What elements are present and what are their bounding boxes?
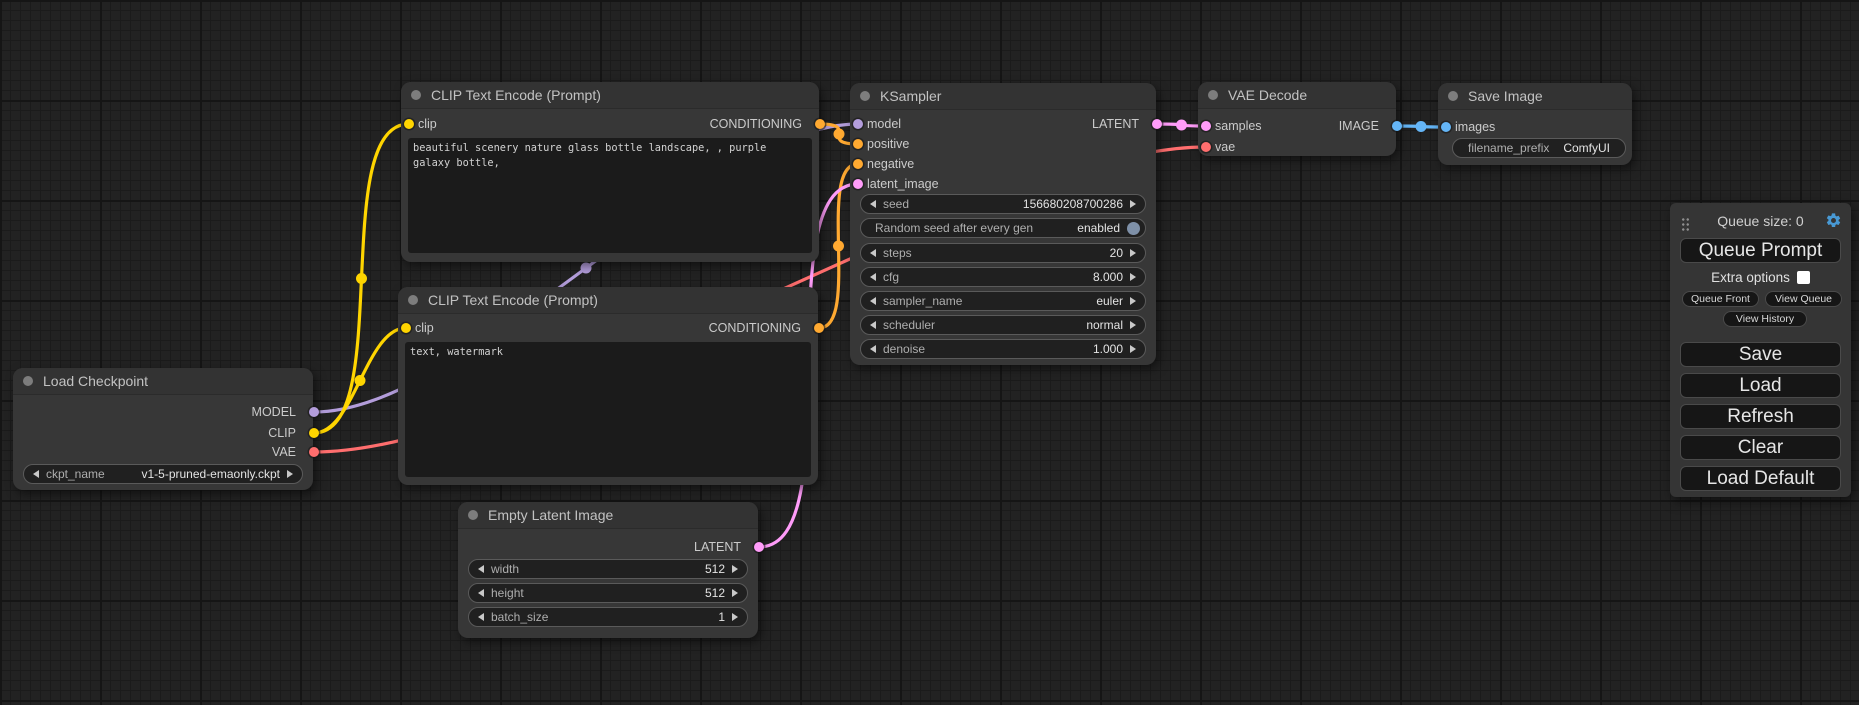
latent-output-dot[interactable] (1152, 119, 1162, 129)
queue-menu-panel: Queue size: 0 Queue Prompt Extra options… (1670, 203, 1851, 497)
node-title-bar[interactable]: CLIP Text Encode (Prompt) (398, 287, 818, 314)
decrement-arrow-icon[interactable] (478, 565, 484, 573)
node-title: Empty Latent Image (488, 507, 613, 523)
decrement-arrow-icon[interactable] (870, 297, 876, 305)
increment-arrow-icon[interactable] (732, 565, 738, 573)
decrement-arrow-icon[interactable] (478, 589, 484, 597)
collapse-dot-icon[interactable] (408, 295, 418, 305)
widget-sampler-name[interactable]: sampler_name euler (860, 291, 1146, 311)
clear-button[interactable]: Clear (1680, 435, 1841, 460)
node-vae-decode[interactable]: VAE Decode samples vae IMAGE (1198, 82, 1396, 156)
node-title-bar[interactable]: VAE Decode (1198, 82, 1396, 109)
prompt-textarea[interactable]: beautiful scenery nature glass bottle la… (408, 138, 812, 253)
node-title-bar[interactable]: KSampler (850, 83, 1156, 110)
image-output-dot[interactable] (1392, 121, 1402, 131)
node-title: VAE Decode (1228, 87, 1307, 103)
node-load-checkpoint[interactable]: Load Checkpoint MODEL CLIP VAE ckpt_name… (13, 368, 313, 490)
widget-denoise[interactable]: denoise 1.000 (860, 339, 1146, 359)
latent-input-dot[interactable] (853, 179, 863, 189)
increment-arrow-icon[interactable] (1130, 345, 1136, 353)
decrement-arrow-icon[interactable] (478, 613, 484, 621)
widget-random-seed-toggle[interactable]: Random seed after every gen enabled (860, 218, 1146, 238)
model-input-dot[interactable] (853, 119, 863, 129)
refresh-button[interactable]: Refresh (1680, 404, 1841, 429)
clip-input-dot[interactable] (401, 323, 411, 333)
gear-icon[interactable] (1825, 212, 1842, 229)
increment-arrow-icon[interactable] (1130, 273, 1136, 281)
samples-input-dot[interactable] (1201, 121, 1211, 131)
collapse-dot-icon[interactable] (1208, 90, 1218, 100)
collapse-dot-icon[interactable] (1448, 91, 1458, 101)
increment-arrow-icon[interactable] (1130, 249, 1136, 257)
node-title-bar[interactable]: Load Checkpoint (13, 368, 313, 395)
widget-height[interactable]: height 512 (468, 583, 748, 603)
collapse-dot-icon[interactable] (23, 376, 33, 386)
queue-front-button[interactable]: Queue Front (1682, 291, 1759, 307)
widget-steps[interactable]: steps 20 (860, 243, 1146, 263)
increment-arrow-icon[interactable] (732, 613, 738, 621)
increment-arrow-icon[interactable] (1130, 297, 1136, 305)
queue-size-label: Queue size: 0 (1670, 213, 1851, 229)
view-history-button[interactable]: View History (1723, 311, 1807, 327)
collapse-dot-icon[interactable] (860, 91, 870, 101)
increment-arrow-icon[interactable] (1130, 321, 1136, 329)
widget-batch-size[interactable]: batch_size 1 (468, 607, 748, 627)
conditioning-output-dot[interactable] (815, 119, 825, 129)
decrement-arrow-icon[interactable] (870, 249, 876, 257)
widget-seed[interactable]: seed 156680208700286 (860, 194, 1146, 214)
extra-options-label: Extra options (1711, 270, 1790, 285)
positive-input-dot[interactable] (853, 139, 863, 149)
node-clip-text-encode-negative[interactable]: CLIP Text Encode (Prompt) clip CONDITION… (398, 287, 818, 485)
widget-width[interactable]: width 512 (468, 559, 748, 579)
node-graph-canvas[interactable]: Load Checkpoint MODEL CLIP VAE ckpt_name… (0, 0, 1859, 705)
model-output-dot[interactable] (309, 407, 319, 417)
decrement-arrow-icon[interactable] (870, 321, 876, 329)
node-title: Load Checkpoint (43, 373, 148, 389)
widget-value: v1-5-pruned-emaonly.ckpt (141, 467, 280, 481)
clip-input-dot[interactable] (404, 119, 414, 129)
node-title-bar[interactable]: Empty Latent Image (458, 502, 758, 529)
widget-cfg[interactable]: cfg 8.000 (860, 267, 1146, 287)
decrement-arrow-icon[interactable] (33, 470, 39, 478)
node-title-bar[interactable]: Save Image (1438, 83, 1632, 110)
latent-output-dot[interactable] (754, 542, 764, 552)
decrement-arrow-icon[interactable] (870, 273, 876, 281)
collapse-dot-icon[interactable] (411, 90, 421, 100)
extra-options-checkbox[interactable] (1797, 271, 1810, 284)
increment-arrow-icon[interactable] (732, 589, 738, 597)
node-title: KSampler (880, 88, 941, 104)
images-input-dot[interactable] (1441, 122, 1451, 132)
widget-ckpt-name[interactable]: ckpt_name v1-5-pruned-emaonly.ckpt (23, 464, 303, 484)
node-ksampler[interactable]: KSampler model positive negative latent_… (850, 83, 1156, 365)
save-button[interactable]: Save (1680, 342, 1841, 367)
node-title-bar[interactable]: CLIP Text Encode (Prompt) (401, 82, 819, 109)
prompt-textarea[interactable]: text, watermark (405, 342, 811, 477)
vae-input-dot[interactable] (1201, 142, 1211, 152)
negative-input-dot[interactable] (853, 159, 863, 169)
collapse-dot-icon[interactable] (468, 510, 478, 520)
load-default-button[interactable]: Load Default (1680, 466, 1841, 491)
decrement-arrow-icon[interactable] (870, 345, 876, 353)
toggle-knob-icon[interactable] (1127, 222, 1140, 235)
node-clip-text-encode-positive[interactable]: CLIP Text Encode (Prompt) clip CONDITION… (401, 82, 819, 262)
widget-label: ckpt_name (46, 467, 105, 481)
vae-output-dot[interactable] (309, 447, 319, 457)
conditioning-output-dot[interactable] (814, 323, 824, 333)
node-empty-latent-image[interactable]: Empty Latent Image LATENT width 512 heig… (458, 502, 758, 638)
increment-arrow-icon[interactable] (1130, 200, 1136, 208)
increment-arrow-icon[interactable] (287, 470, 293, 478)
clip-output-dot[interactable] (309, 428, 319, 438)
node-title: CLIP Text Encode (Prompt) (428, 292, 598, 308)
node-title: Save Image (1468, 88, 1543, 104)
view-queue-button[interactable]: View Queue (1765, 291, 1842, 307)
widget-filename-prefix[interactable]: filename_prefix ComfyUI (1452, 138, 1626, 158)
node-save-image[interactable]: Save Image images filename_prefix ComfyU… (1438, 83, 1632, 165)
widget-scheduler[interactable]: scheduler normal (860, 315, 1146, 335)
node-title: CLIP Text Encode (Prompt) (431, 87, 601, 103)
queue-prompt-button[interactable]: Queue Prompt (1680, 238, 1841, 263)
load-button[interactable]: Load (1680, 373, 1841, 398)
decrement-arrow-icon[interactable] (870, 200, 876, 208)
